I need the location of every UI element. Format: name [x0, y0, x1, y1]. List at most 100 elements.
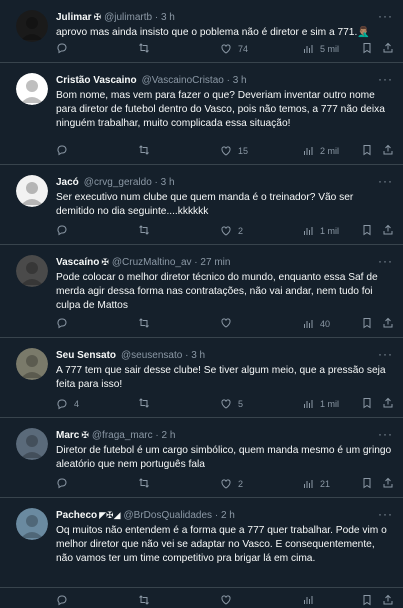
- retweet-button[interactable]: [138, 594, 156, 606]
- bookmark-button[interactable]: [361, 397, 379, 409]
- like-count: 2: [238, 226, 244, 236]
- display-name[interactable]: Vascaíno: [56, 257, 99, 268]
- tweet-5[interactable]: Seu Sensato @seusensato · 3 h ··· A 777 t…: [0, 338, 403, 418]
- retweet-icon: [139, 145, 149, 155]
- retweet-button[interactable]: [138, 477, 156, 489]
- share-button[interactable]: [382, 42, 400, 54]
- bookmark-button[interactable]: [361, 42, 379, 54]
- tweet-4[interactable]: Vascaíno ✠ @CruzMaltino_av · 27 min ··· Po…: [0, 245, 403, 338]
- like-button[interactable]: 74: [220, 42, 248, 56]
- share-button[interactable]: [382, 477, 400, 489]
- views-button[interactable]: 1 mil: [302, 397, 339, 411]
- tweet-header: Jacó @crvg_geraldo · 3 h: [56, 175, 395, 190]
- tweet-text: Pode colocar o melhor diretor técnico do…: [56, 272, 378, 311]
- display-name[interactable]: Seu Sensato: [56, 350, 116, 361]
- more-icon[interactable]: ···: [378, 508, 393, 520]
- avatar-image: [16, 73, 48, 105]
- view-count: 40: [320, 319, 331, 329]
- reply-button[interactable]: [56, 144, 74, 156]
- view-count: 5 mil: [320, 44, 340, 54]
- bookmark-button[interactable]: [361, 594, 379, 606]
- avatar[interactable]: [16, 73, 48, 105]
- avatar[interactable]: [16, 255, 48, 287]
- heart-icon: [221, 479, 231, 489]
- heart-icon: [221, 399, 231, 409]
- share-button[interactable]: [382, 594, 400, 606]
- more-icon[interactable]: ···: [378, 73, 393, 85]
- like-count: 5: [238, 399, 244, 409]
- reply-button[interactable]: 4: [56, 397, 79, 411]
- more-icon[interactable]: ···: [378, 428, 393, 440]
- bookmark-button[interactable]: [361, 317, 379, 329]
- bookmark-button[interactable]: [361, 144, 379, 156]
- retweet-button[interactable]: [138, 317, 156, 329]
- views-button[interactable]: 21: [302, 477, 330, 491]
- handle-time[interactable]: @BrDosQualidades · 2 h: [124, 510, 235, 521]
- handle-time[interactable]: @VascainoCristao · 3 h: [142, 75, 247, 86]
- handle-time[interactable]: @seusensato · 3 h: [121, 350, 205, 361]
- retweet-button[interactable]: [138, 42, 156, 54]
- like-button[interactable]: 2: [220, 224, 243, 238]
- avatar[interactable]: [16, 175, 48, 207]
- display-name[interactable]: Julimar: [56, 12, 92, 23]
- views-button[interactable]: 1 mil: [302, 224, 339, 238]
- like-button[interactable]: 15: [220, 144, 248, 158]
- tweet-1[interactable]: Julimar ✠ @julimartb · 3 h ··· aprovo mas …: [0, 0, 403, 63]
- tweet-actions: 40: [56, 317, 393, 331]
- retweet-button[interactable]: [138, 397, 156, 409]
- tweet-7[interactable]: Pacheco ◤✠◢ @BrDosQualidades · 2 h ··· Oq …: [0, 498, 403, 606]
- views-button[interactable]: 5 mil: [302, 42, 339, 56]
- more-icon[interactable]: ···: [378, 10, 393, 22]
- tweet-text: aprovo mas ainda insisto que o poblema n…: [56, 27, 370, 38]
- tweet-header: Cristão Vascaino @VascainoCristao · 3 h: [56, 73, 395, 88]
- like-button[interactable]: [220, 594, 238, 606]
- reply-button[interactable]: [56, 42, 74, 54]
- views-button[interactable]: [302, 594, 320, 606]
- handle-time[interactable]: @julimartb · 3 h: [104, 12, 175, 23]
- share-button[interactable]: [382, 144, 400, 156]
- share-button[interactable]: [382, 397, 400, 409]
- display-name[interactable]: Pacheco: [56, 510, 97, 521]
- bookmark-icon: [363, 43, 371, 54]
- bookmark-button[interactable]: [361, 477, 379, 489]
- like-button[interactable]: [220, 317, 238, 329]
- tweet-text: Oq muitos não entendem é a forma que a 7…: [56, 525, 387, 564]
- reply-button[interactable]: [56, 477, 74, 489]
- share-button[interactable]: [382, 317, 400, 329]
- share-button[interactable]: [382, 224, 400, 236]
- more-icon[interactable]: ···: [378, 255, 393, 267]
- retweet-button[interactable]: [138, 144, 156, 156]
- bookmark-button[interactable]: [361, 224, 379, 236]
- like-button[interactable]: 5: [220, 397, 243, 411]
- display-name[interactable]: Marc: [56, 430, 79, 441]
- handle-time[interactable]: @CruzMaltino_av · 27 min: [112, 257, 231, 268]
- tweet-3[interactable]: Jacó @crvg_geraldo · 3 h ··· Ser executiv…: [0, 165, 403, 245]
- views-button[interactable]: 40: [302, 317, 330, 331]
- share-icon: [383, 397, 393, 408]
- view-count: 21: [320, 479, 331, 489]
- like-button[interactable]: 2: [220, 477, 243, 491]
- avatar[interactable]: [16, 348, 48, 380]
- view-count: 1 mil: [320, 399, 340, 409]
- handle-time[interactable]: @crvg_geraldo · 3 h: [84, 177, 175, 188]
- more-icon[interactable]: ···: [378, 175, 393, 187]
- more-icon[interactable]: ···: [378, 348, 393, 360]
- tweet-header: Julimar ✠ @julimartb · 3 h: [56, 10, 395, 25]
- views-button[interactable]: 2 mil: [302, 144, 339, 158]
- reply-button[interactable]: [56, 317, 74, 329]
- tweet-header: Marc ✠ @fraga_marc · 2 h: [56, 428, 395, 443]
- retweet-button[interactable]: [138, 224, 156, 236]
- reply-button[interactable]: [56, 594, 74, 606]
- display-name[interactable]: Cristão Vascaino: [56, 75, 137, 86]
- avatar[interactable]: [16, 428, 48, 460]
- display-name[interactable]: Jacó: [56, 177, 79, 188]
- avatar-image: [16, 10, 48, 42]
- handle-time[interactable]: @fraga_marc · 2 h: [92, 430, 176, 441]
- avatar[interactable]: [16, 10, 48, 42]
- avatar[interactable]: [16, 508, 48, 540]
- tweet-2[interactable]: Cristão Vascaino @VascainoCristao · 3 h ·…: [0, 63, 403, 165]
- heart-icon: [221, 44, 231, 54]
- share-icon: [383, 317, 393, 328]
- reply-button[interactable]: [56, 224, 74, 236]
- tweet-6[interactable]: Marc ✠ @fraga_marc · 2 h ··· Diretor de fu…: [0, 418, 403, 498]
